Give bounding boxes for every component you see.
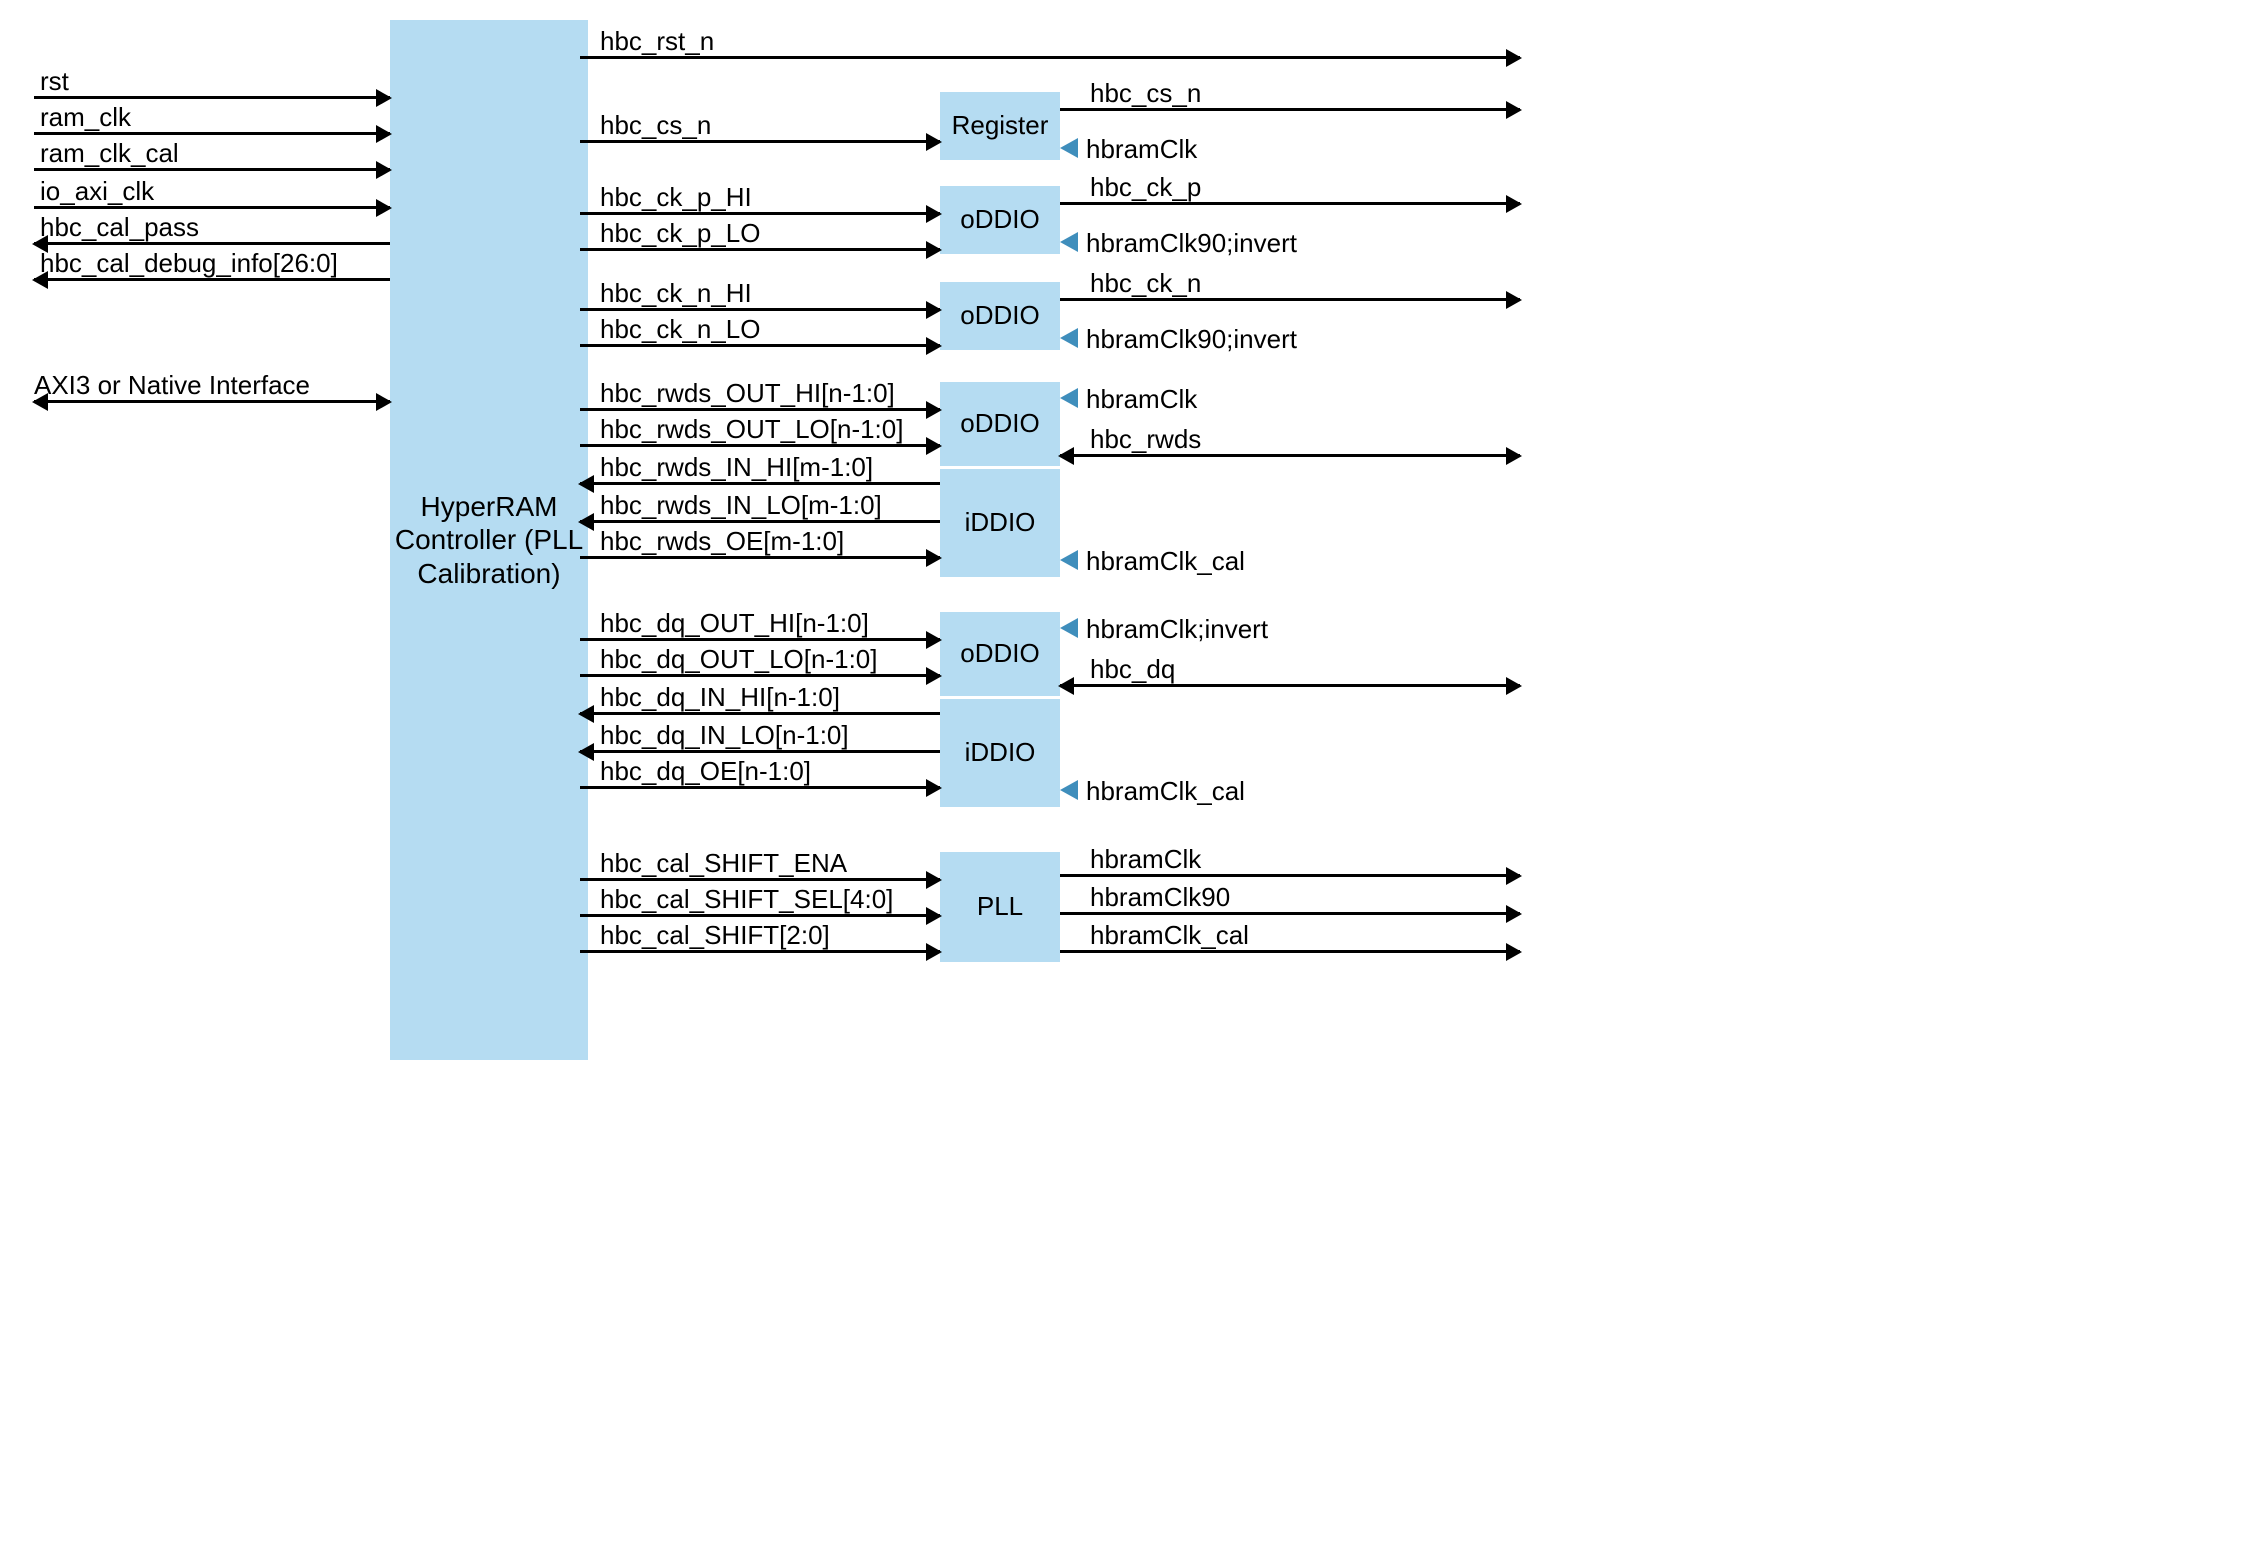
dq-o-clk-lbl: hbramClk;invert xyxy=(1086,614,1268,645)
lbl-rst: rst xyxy=(40,66,69,97)
lbl-hbc-cal-pass: hbc_cal_pass xyxy=(40,212,199,243)
dq-o-clk-icon xyxy=(1060,618,1078,638)
controller-block: HyperRAM Controller (PLL Calibration) xyxy=(390,20,588,1060)
lbl-hbc-cal-debug: hbc_cal_debug_info[26:0] xyxy=(40,248,338,279)
hyperram-diagram: HyperRAM Controller (PLL Calibration) rs… xyxy=(20,20,1540,1080)
register-block: Register xyxy=(940,92,1060,160)
lbl-ckn-lo: hbc_ck_n_LO xyxy=(600,314,760,345)
ckp-clk-icon xyxy=(1060,232,1078,252)
iddio-rwds-label: iDDIO xyxy=(965,507,1036,538)
oddio-ckp-block: oDDIO xyxy=(940,186,1060,254)
rwds-i-clk-icon xyxy=(1060,550,1078,570)
lbl-dq-out-hi: hbc_dq_OUT_HI[n-1:0] xyxy=(600,608,869,639)
pll-label: PLL xyxy=(977,891,1023,922)
rwds-i-clk-lbl: hbramClk_cal xyxy=(1086,546,1245,577)
lbl-hbc-rst-n: hbc_rst_n xyxy=(600,26,714,57)
iddio-dq-block: iDDIO xyxy=(940,699,1060,807)
controller-label: HyperRAM Controller (PLL Calibration) xyxy=(394,490,584,591)
sig-hbc-rst-n xyxy=(580,56,1520,59)
lbl-dq-oe: hbc_dq_OE[n-1:0] xyxy=(600,756,811,787)
lbl-cal-shift-sel: hbc_cal_SHIFT_SEL[4:0] xyxy=(600,884,893,915)
rwds-o-clk-lbl: hbramClk xyxy=(1086,384,1197,415)
lbl-dq-out-lo: hbc_dq_OUT_LO[n-1:0] xyxy=(600,644,878,675)
oddio-rwds-block: oDDIO xyxy=(940,382,1060,466)
register-label: Register xyxy=(952,110,1049,141)
lbl-rwds-oe: hbc_rwds_OE[m-1:0] xyxy=(600,526,844,557)
iddio-dq-label: iDDIO xyxy=(965,737,1036,768)
lbl-dq-in-lo: hbc_dq_IN_LO[n-1:0] xyxy=(600,720,849,751)
oddio-dq-label: oDDIO xyxy=(960,638,1039,669)
lbl-rwds-in-hi: hbc_rwds_IN_HI[m-1:0] xyxy=(600,452,873,483)
lbl-ckp-lo: hbc_ck_p_LO xyxy=(600,218,760,249)
ckp-clk-lbl: hbramClk90;invert xyxy=(1086,228,1297,259)
lbl-cal-shift-ena: hbc_cal_SHIFT_ENA xyxy=(600,848,847,879)
lbl-cal-shift: hbc_cal_SHIFT[2:0] xyxy=(600,920,830,951)
lbl-ckp-hi: hbc_ck_p_HI xyxy=(600,182,752,213)
lbl-axi3: AXI3 or Native Interface xyxy=(34,370,310,401)
oddio-rwds-label: oDDIO xyxy=(960,408,1039,439)
lbl-hbramclk90: hbramClk90 xyxy=(1090,882,1230,913)
lbl-dq-right: hbc_dq xyxy=(1090,654,1175,685)
lbl-rwds-out-hi: hbc_rwds_OUT_HI[n-1:0] xyxy=(600,378,895,409)
lbl-io-axi-clk: io_axi_clk xyxy=(40,176,154,207)
lbl-rwds-out-lo: hbc_rwds_OUT_LO[n-1:0] xyxy=(600,414,903,445)
lbl-ram-clk: ram_clk xyxy=(40,102,131,133)
rwds-o-clk-icon xyxy=(1060,388,1078,408)
sig-rst xyxy=(34,96,390,99)
oddio-ckn-label: oDDIO xyxy=(960,300,1039,331)
lbl-hbramclk: hbramClk xyxy=(1090,844,1201,875)
lbl-dq-in-hi: hbc_dq_IN_HI[n-1:0] xyxy=(600,682,840,713)
oddio-ckp-label: oDDIO xyxy=(960,204,1039,235)
lbl-ckn-hi: hbc_ck_n_HI xyxy=(600,278,752,309)
lbl-cs-n-right: hbc_cs_n xyxy=(1090,78,1201,109)
oddio-ckn-block: oDDIO xyxy=(940,282,1060,350)
reg-clk-icon xyxy=(1060,138,1078,158)
lbl-ckn-right: hbc_ck_n xyxy=(1090,268,1201,299)
dq-i-clk-lbl: hbramClk_cal xyxy=(1086,776,1245,807)
dq-i-clk-icon xyxy=(1060,780,1078,800)
ckn-clk-lbl: hbramClk90;invert xyxy=(1086,324,1297,355)
lbl-rwds-right: hbc_rwds xyxy=(1090,424,1201,455)
lbl-hbramclkcal: hbramClk_cal xyxy=(1090,920,1249,951)
oddio-dq-block: oDDIO xyxy=(940,612,1060,696)
lbl-cs-n-mid: hbc_cs_n xyxy=(600,110,711,141)
lbl-ckp-right: hbc_ck_p xyxy=(1090,172,1201,203)
pll-block: PLL xyxy=(940,852,1060,962)
iddio-rwds-block: iDDIO xyxy=(940,469,1060,577)
reg-clk-lbl: hbramClk xyxy=(1086,134,1197,165)
ckn-clk-icon xyxy=(1060,328,1078,348)
lbl-rwds-in-lo: hbc_rwds_IN_LO[m-1:0] xyxy=(600,490,882,521)
lbl-ram-clk-cal: ram_clk_cal xyxy=(40,138,179,169)
